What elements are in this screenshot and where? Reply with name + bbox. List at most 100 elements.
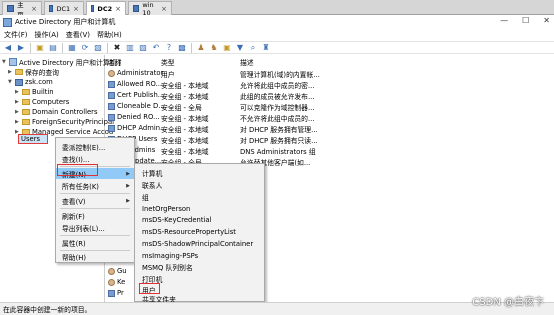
- add-to-group-icon[interactable]: ♜: [261, 43, 271, 53]
- submenu-item-msimaging[interactable]: msImaging-PSPs: [135, 250, 264, 261]
- chevron-right-icon[interactable]: ▶: [15, 109, 20, 115]
- new-submenu: 计算机 联系人 组 InetOrgPerson msDS-KeyCredenti…: [134, 163, 265, 304]
- table-row[interactable]: DHCP Users 安全组 - 本地域 对 DHCP 服务拥有只读...: [106, 134, 554, 145]
- table-row[interactable]: Denied RO... 安全组 - 本地域 不允许将此组中成员的...: [106, 112, 554, 123]
- submenu-item-resourcepropertylist[interactable]: msDS-ResourcePropertyList: [135, 226, 264, 237]
- table-row[interactable]: Administrator 用户 管理计算机(域)的内置帐...: [106, 68, 554, 79]
- row-name: Allowed RO...: [117, 80, 163, 88]
- properties-icon[interactable]: ▦: [67, 43, 77, 53]
- row-type: 安全组 - 本地域: [161, 137, 209, 145]
- menu-item-help[interactable]: 帮助(H): [56, 251, 134, 262]
- grid-icon[interactable]: ▩: [177, 43, 187, 53]
- row-desc: 对 DHCP 服务拥有只读...: [240, 137, 318, 145]
- close-icon[interactable]: ×: [73, 5, 79, 13]
- close-button[interactable]: ✕: [543, 16, 550, 25]
- help-icon[interactable]: ?: [164, 43, 174, 53]
- vm-tab-dc1[interactable]: DC1 ×: [44, 1, 84, 15]
- menu-action[interactable]: 操作(A): [35, 30, 59, 40]
- submenu-item-inetorgperson[interactable]: InetOrgPerson: [135, 203, 264, 214]
- submenu-item-computer[interactable]: 计算机: [135, 167, 264, 178]
- toolbar-divider: [107, 42, 108, 53]
- chevron-down-icon[interactable]: ▼: [2, 59, 7, 65]
- ou-folder-icon: [22, 109, 30, 115]
- chevron-right-icon[interactable]: ▶: [15, 89, 20, 95]
- menu-item-delegate[interactable]: 委派控制(E)...: [56, 141, 134, 152]
- refresh-icon[interactable]: ⟳: [80, 43, 90, 53]
- tree-computers[interactable]: ▶ Computers: [15, 97, 69, 107]
- column-description[interactable]: 描述: [240, 57, 254, 67]
- paste-icon[interactable]: ▨: [138, 43, 148, 53]
- toolbar-divider: [30, 42, 31, 53]
- back-icon[interactable]: ◀: [3, 43, 13, 53]
- ad-app-icon: [3, 17, 12, 27]
- user-icon: [108, 279, 115, 286]
- row-desc: 允许将此组中成员的密...: [240, 82, 315, 90]
- chevron-right-icon[interactable]: ▶: [15, 119, 20, 125]
- menu-item-view[interactable]: 查看(V) ▶: [56, 195, 134, 206]
- new-group-icon[interactable]: ♞: [209, 43, 219, 53]
- tree-item-label: ForeignSecurityPrincipal: [32, 118, 115, 126]
- menu-file[interactable]: 文件(F): [4, 30, 28, 40]
- menu-help[interactable]: 帮助(H): [97, 30, 122, 40]
- menu-item-find[interactable]: 查找(I)...: [56, 153, 134, 164]
- menu-divider: [60, 235, 130, 236]
- vm-tab-dc2[interactable]: DC2 ×: [86, 1, 126, 15]
- new-user-icon[interactable]: ♟: [196, 43, 206, 53]
- table-row[interactable]: Cert Publish... 安全组 - 本地域 此组的成员被允许发布...: [106, 90, 554, 101]
- tree-root[interactable]: ▼ Active Directory 用户和计算机 [: [2, 57, 121, 67]
- undo-icon[interactable]: ↶: [151, 43, 161, 53]
- tree-saved-queries[interactable]: ▶ 保存的查询: [8, 67, 59, 77]
- menu-view[interactable]: 查看(V): [66, 30, 90, 40]
- filter-icon[interactable]: ▼: [235, 43, 245, 53]
- table-row[interactable]: Cloneable D... 安全组 - 全局 可以克隆作为域控制器...: [106, 101, 554, 112]
- vm-icon: [49, 5, 54, 12]
- chevron-right-icon[interactable]: ▶: [8, 69, 13, 75]
- close-icon[interactable]: ×: [161, 5, 167, 13]
- tree-domain[interactable]: ▼ zsk.com: [8, 77, 53, 87]
- column-type[interactable]: 类型: [161, 57, 175, 67]
- table-row[interactable]: DHCP Admin... 安全组 - 本地域 对 DHCP 服务拥有管理...: [106, 123, 554, 134]
- find-icon[interactable]: ⌕: [248, 43, 258, 53]
- new-ou-icon[interactable]: ▣: [222, 43, 232, 53]
- menu-item-all-tasks[interactable]: 所有任务(K) ▶: [56, 180, 134, 191]
- maximize-button[interactable]: ☐: [522, 16, 529, 25]
- column-name[interactable]: 名称: [108, 57, 122, 67]
- copy-icon[interactable]: ▥: [125, 43, 135, 53]
- show-tree-icon[interactable]: ▤: [48, 43, 58, 53]
- submenu-item-label: msDS-ShadowPrincipalContainer: [142, 239, 254, 248]
- table-row[interactable]: Allowed RO... 安全组 - 本地域 允许将此组中成员的密...: [106, 79, 554, 90]
- tree-item-label: Computers: [32, 98, 70, 106]
- chevron-down-icon[interactable]: ▼: [8, 79, 13, 85]
- submenu-item-shadowprincipal[interactable]: msDS-ShadowPrincipalContainer: [135, 238, 264, 249]
- forward-icon[interactable]: ▶: [16, 43, 26, 53]
- row-name: Ke: [117, 278, 126, 286]
- tree-users-selected[interactable]: Users: [18, 134, 48, 144]
- submenu-item-msmq-alias[interactable]: MSMQ 队列别名: [135, 261, 264, 272]
- vm-icon: [91, 5, 95, 12]
- vm-tab-home[interactable]: 主页 ×: [2, 1, 42, 19]
- export-icon[interactable]: ▧: [93, 43, 103, 53]
- submenu-item-keycredential[interactable]: msDS-KeyCredential: [135, 214, 264, 225]
- submenu-item-group[interactable]: 组: [135, 191, 264, 202]
- delete-icon[interactable]: ✖: [112, 43, 122, 53]
- row-name: Cloneable D...: [117, 102, 165, 110]
- vm-tab-label: DC1: [56, 4, 71, 13]
- vm-tab-win10[interactable]: win 10 ×: [128, 1, 172, 17]
- table-row[interactable]: DnsAdmins 安全组 - 本地域 DNS Administrators 组: [106, 145, 554, 156]
- menu-item-refresh[interactable]: 刷新(F): [56, 210, 134, 221]
- close-icon[interactable]: ×: [115, 5, 121, 13]
- row-type: 安全组 - 全局: [161, 104, 202, 112]
- tree-builtin[interactable]: ▶ Builtin: [15, 87, 54, 97]
- up-folder-icon[interactable]: ▣: [35, 43, 45, 53]
- tree-foreign-security[interactable]: ▶ ForeignSecurityPrincipal: [15, 117, 114, 127]
- menu-item-label: 刷新(F): [62, 212, 85, 221]
- menu-item-properties[interactable]: 属性(R): [56, 237, 134, 248]
- chevron-right-icon[interactable]: ▶: [15, 99, 20, 105]
- tree-domain-controllers[interactable]: ▶ Domain Controllers: [15, 107, 98, 117]
- menu-item-export[interactable]: 导出列表(L)...: [56, 222, 134, 233]
- row-name: Gu: [117, 267, 127, 275]
- close-icon[interactable]: ×: [31, 5, 37, 13]
- submenu-item-contact[interactable]: 联系人: [135, 179, 264, 190]
- minimize-button[interactable]: —: [500, 16, 508, 25]
- window-title: Active Directory 用户和计算机: [15, 18, 116, 26]
